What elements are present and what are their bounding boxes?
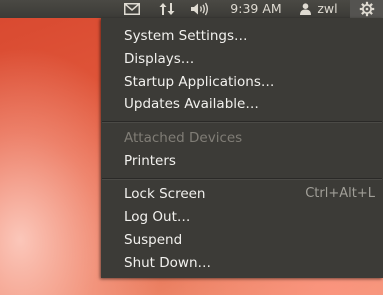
top-panel: 9:39 AM zwl bbox=[0, 0, 383, 18]
menu-header-attached-devices: Attached Devices bbox=[101, 127, 383, 149]
menu-item-label: Startup Applications… bbox=[124, 74, 275, 90]
menu-item-displays[interactable]: Displays… bbox=[101, 48, 383, 70]
lock-screen-shortcut: Ctrl+Alt+L bbox=[305, 186, 375, 201]
menu-item-label: System Settings… bbox=[124, 28, 248, 44]
volume-icon bbox=[190, 2, 210, 16]
person-icon bbox=[300, 3, 312, 15]
user-name: zwl bbox=[317, 1, 338, 16]
menu-item-label: Suspend bbox=[124, 232, 183, 248]
session-indicator[interactable] bbox=[350, 0, 383, 18]
menu-item-label: Displays… bbox=[124, 51, 195, 67]
menu-separator bbox=[102, 121, 382, 123]
menu-item-updates-available[interactable]: Updates Available… bbox=[101, 93, 383, 115]
network-indicator[interactable] bbox=[154, 0, 180, 18]
gear-icon bbox=[359, 1, 375, 17]
menu-item-label: Log Out… bbox=[124, 209, 191, 225]
menu-item-label: Shut Down… bbox=[124, 255, 212, 271]
menu-item-label: Printers bbox=[124, 153, 176, 169]
menu-item-log-out[interactable]: Log Out… bbox=[101, 206, 383, 228]
user-indicator[interactable]: zwl bbox=[294, 0, 344, 18]
messaging-indicator[interactable] bbox=[118, 0, 146, 18]
clock-indicator[interactable]: 9:39 AM bbox=[224, 0, 288, 18]
menu-item-suspend[interactable]: Suspend bbox=[101, 229, 383, 251]
menu-item-startup-applications[interactable]: Startup Applications… bbox=[101, 71, 383, 93]
menu-item-system-settings[interactable]: System Settings… bbox=[101, 25, 383, 47]
sound-indicator[interactable] bbox=[186, 0, 214, 18]
menu-item-printers[interactable]: Printers bbox=[101, 150, 383, 172]
menu-item-shut-down[interactable]: Shut Down… bbox=[101, 252, 383, 274]
network-updown-icon bbox=[159, 2, 175, 16]
menu-item-label: Lock Screen bbox=[124, 186, 206, 202]
menu-item-lock-screen[interactable]: Lock Screen Ctrl+Alt+L bbox=[101, 183, 383, 205]
menu-separator bbox=[102, 178, 382, 180]
menu-item-label: Attached Devices bbox=[124, 130, 243, 146]
clock-text: 9:39 AM bbox=[230, 1, 282, 16]
menu-item-label: Updates Available… bbox=[124, 96, 259, 112]
envelope-icon bbox=[124, 3, 140, 15]
session-menu: System Settings… Displays… Startup Appli… bbox=[101, 18, 383, 278]
